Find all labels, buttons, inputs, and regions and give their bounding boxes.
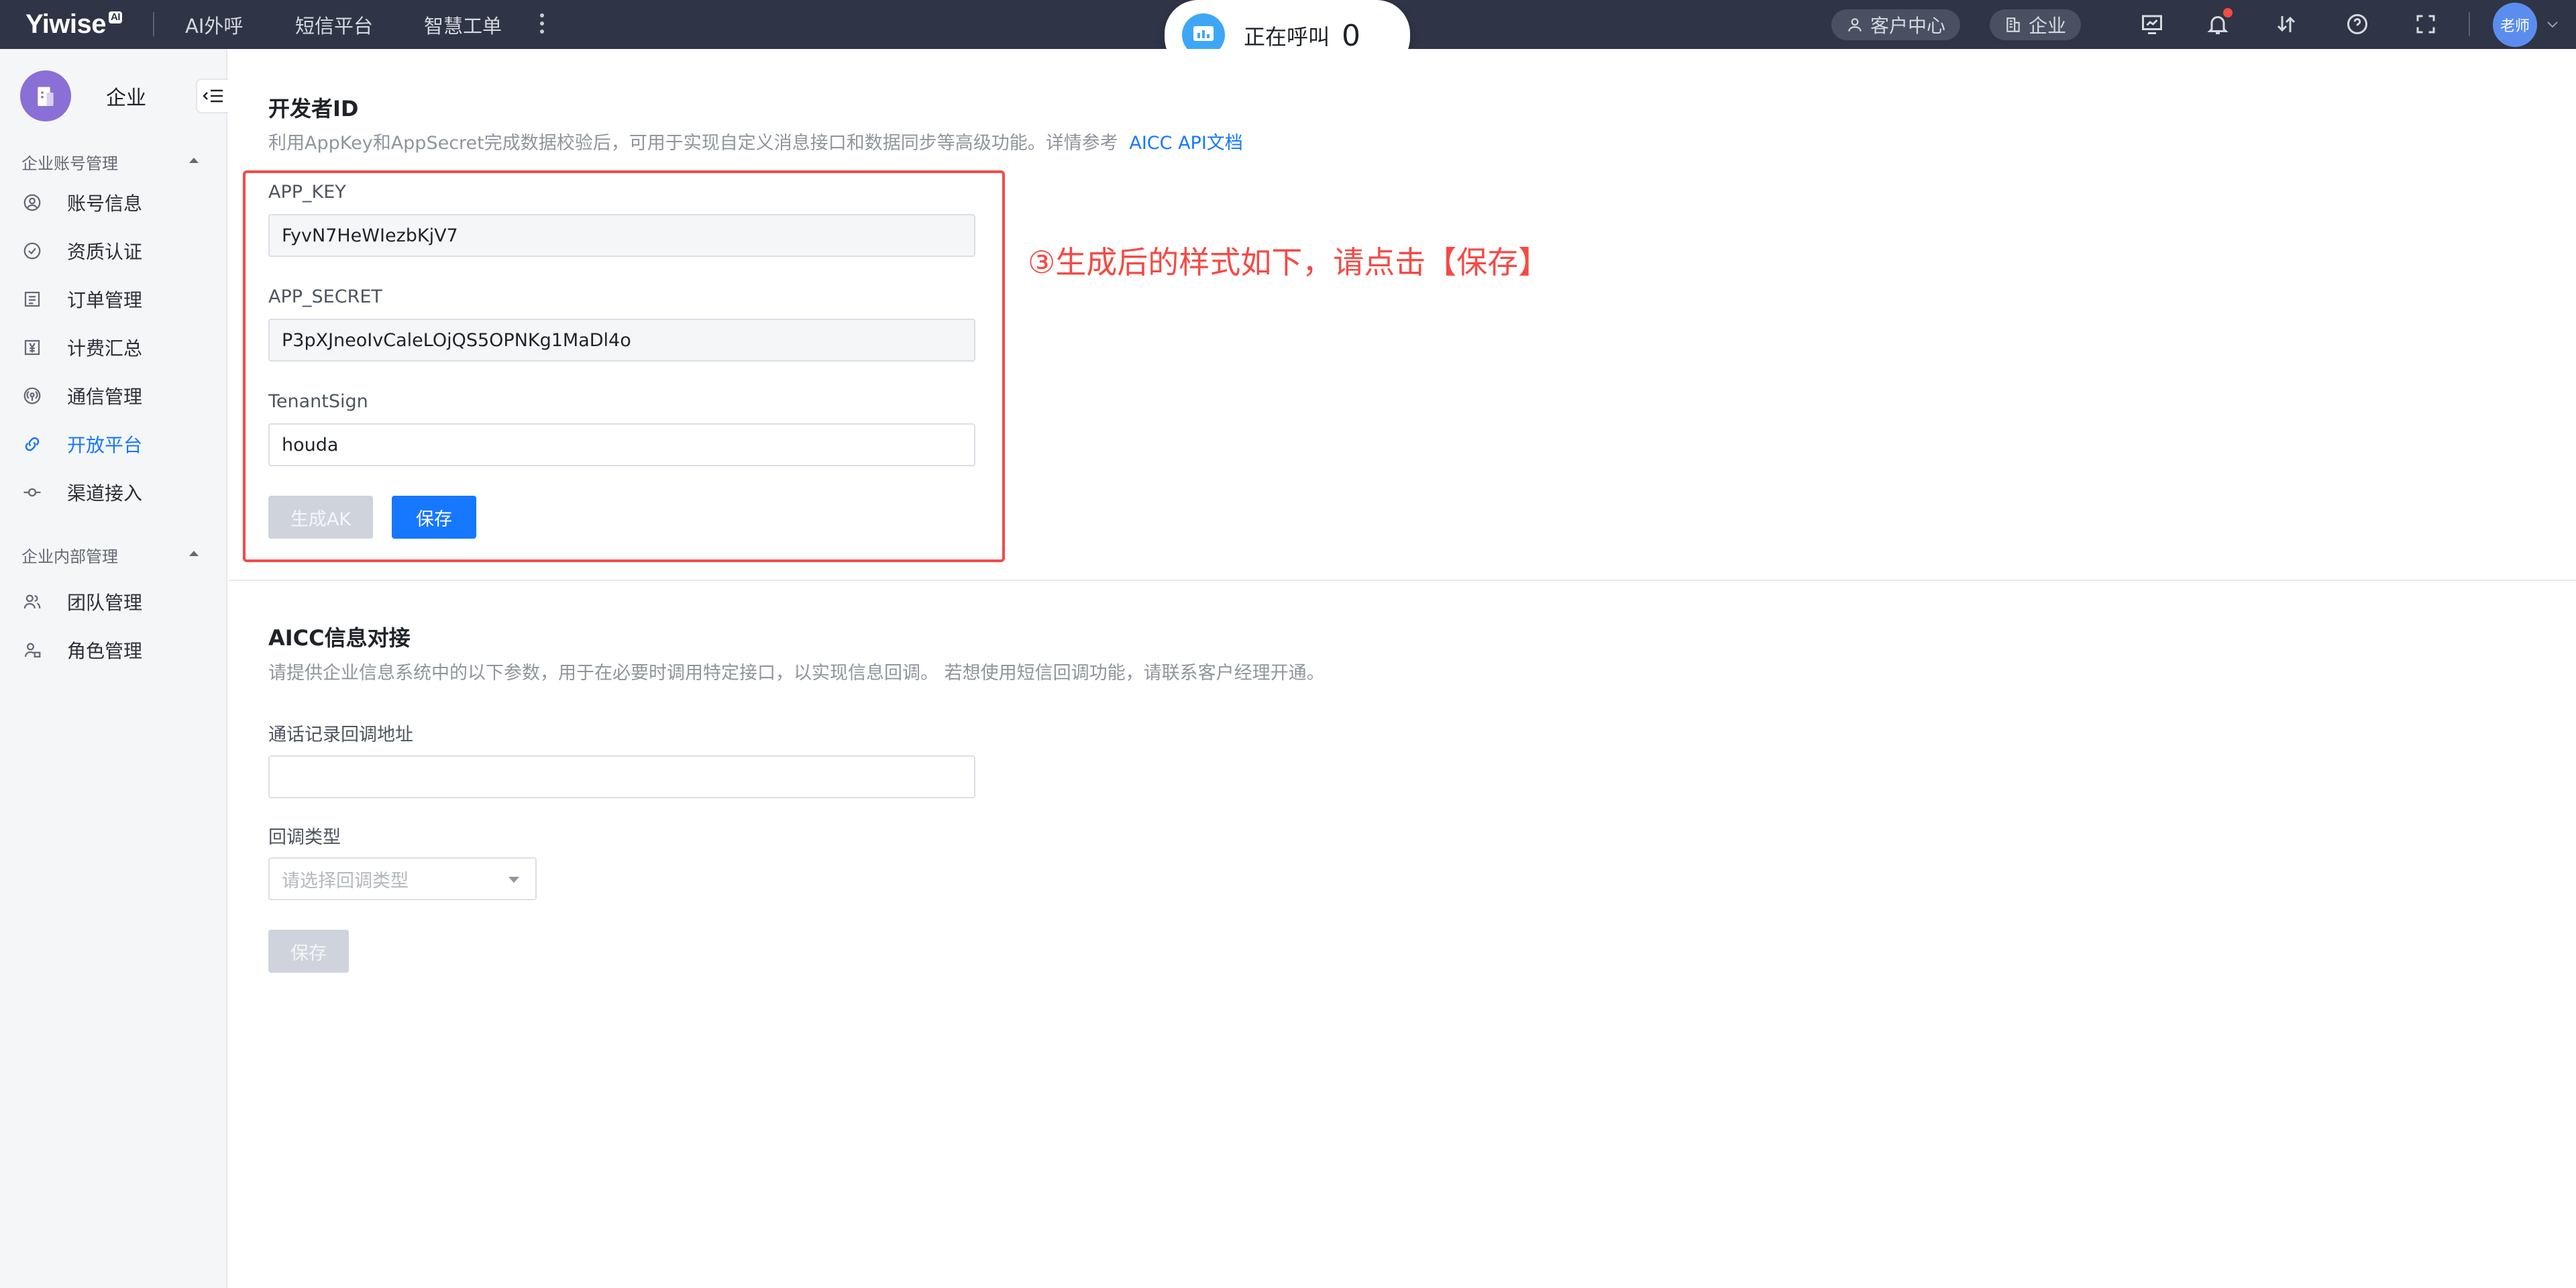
aicc-save-button[interactable]: 保存 [268,930,349,973]
logo[interactable]: Yiwise AI [25,0,123,49]
fullscreen-icon[interactable] [2408,7,2443,42]
annotation-text: ③生成后的样式如下，请点击【保存】 [1028,244,1550,280]
nav-ai-outbound[interactable]: AI外呼 [185,0,243,49]
aicc-description: 请提供企业信息系统中的以下参数，用于在必要时调用特定接口，以实现信息回调。 若想… [268,663,1325,684]
notification-dot [2223,8,2233,17]
sidebar-item-label: 资质认证 [67,241,143,263]
order-list-icon [20,287,44,311]
customer-center-label: 客户中心 [1870,15,1946,37]
sidebar-item-communication[interactable]: 通信管理 [20,377,208,415]
sidebar: 企业 企业账号管理 账号信息 资质认证 订单管理 计费汇总 通信管理 开放平台 … [0,49,228,1288]
nav-sms-platform[interactable]: 短信平台 [295,0,373,49]
sidebar-item-orders[interactable]: 订单管理 [20,280,208,318]
user-icon [1848,18,1862,32]
logo-badge: AI [109,11,123,23]
sidebar-group-label: 企业内部管理 [21,547,118,566]
more-icon[interactable] [534,7,550,40]
divider [2469,12,2470,36]
sidebar-item-account-info[interactable]: 账号信息 [20,184,208,221]
caret-up-icon [189,551,199,556]
building-icon [2006,17,2020,32]
chevron-down-icon[interactable] [2542,12,2563,36]
sidebar-item-label: 账号信息 [67,193,143,215]
divider [153,12,154,36]
sidebar-item-roles[interactable]: 角色管理 [20,631,208,669]
collapse-sidebar-button[interactable] [196,78,228,113]
sidebar-group-internal[interactable]: 企业内部管理 [21,541,199,568]
annotation-highlight-box [243,170,1005,562]
download-icon[interactable] [2269,7,2304,42]
callback-url-label: 通话记录回调地址 [268,724,413,745]
sidebar-item-channel[interactable]: 渠道接入 [20,474,208,511]
developer-id-title: 开发者ID [268,96,359,121]
sidebar-item-label: 角色管理 [67,640,143,662]
yen-icon [20,335,44,360]
caret-down-icon [508,877,519,883]
link-icon [20,432,44,456]
caret-up-icon [189,158,199,163]
sidebar-title: 企业 [106,87,146,110]
sidebar-item-qualification[interactable]: 资质认证 [20,232,208,270]
avatar[interactable]: 老师 [2493,3,2537,47]
callback-type-label: 回调类型 [268,827,341,848]
aicc-title: AICC信息对接 [268,625,411,651]
sidebar-item-label: 通信管理 [67,386,143,408]
sidebar-item-label: 开放平台 [67,434,143,456]
callback-type-select[interactable]: 请选择回调类型 [268,857,537,900]
role-icon [20,638,44,662]
sidebar-item-label: 渠道接入 [67,482,143,504]
enterprise-icon [20,70,71,121]
sidebar-item-team[interactable]: 团队管理 [20,583,208,621]
section-divider [229,580,2576,581]
sidebar-item-label: 团队管理 [67,592,143,614]
callback-url-input[interactable] [268,755,975,798]
team-icon [20,590,44,614]
logo-text: Yiwise [25,9,107,39]
monitor-icon[interactable] [2135,7,2169,42]
sidebar-item-label: 计费汇总 [67,337,143,360]
nav-smart-ticket[interactable]: 智慧工单 [424,0,502,49]
help-icon[interactable] [2340,7,2375,42]
description-text: 利用AppKey和AppSecret完成数据校验后，可用于实现自定义消息接口和数… [268,133,1118,154]
bell-icon[interactable] [2200,7,2235,42]
sidebar-header: 企业 [20,69,146,123]
sidebar-item-billing[interactable]: 计费汇总 [20,329,208,366]
enterprise-button[interactable]: 企业 [1990,9,2082,40]
menu-fold-icon [203,89,223,103]
sidebar-item-open-platform[interactable]: 开放平台 [20,425,208,463]
developer-id-description: 利用AppKey和AppSecret完成数据校验后，可用于实现自定义消息接口和数… [268,128,1243,154]
api-doc-link[interactable]: AICC API文档 [1129,133,1242,154]
channel-icon [20,480,44,504]
customer-center-button[interactable]: 客户中心 [1831,9,1961,40]
signal-icon [20,384,44,408]
verified-icon [20,239,44,263]
enterprise-label: 企业 [2029,15,2067,37]
sidebar-group-label: 企业账号管理 [21,154,118,173]
user-circle-icon [20,191,44,215]
select-placeholder: 请选择回调类型 [282,870,409,892]
sidebar-group-account[interactable]: 企业账号管理 [21,148,199,175]
sidebar-item-label: 订单管理 [67,289,143,311]
